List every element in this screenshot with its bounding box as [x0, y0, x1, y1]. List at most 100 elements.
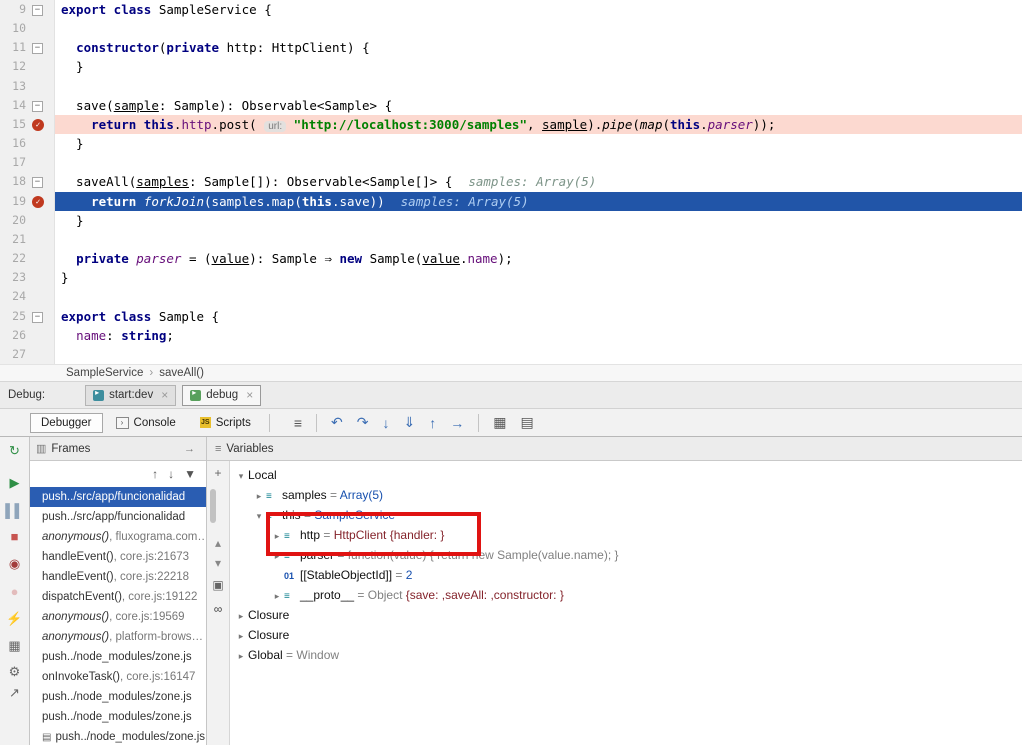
variable-row[interactable]: ▸ Closure — [230, 605, 1022, 625]
code-line[interactable]: 11− constructor(private http: HttpClient… — [0, 38, 1022, 58]
code-line-text[interactable]: return forkJoin(samples.map(this.save)) s… — [55, 191, 1022, 211]
layout-grid-icon[interactable]: ▦ — [0, 638, 29, 654]
code-line[interactable]: 13 — [0, 76, 1022, 96]
code-line[interactable]: 12 } — [0, 57, 1022, 77]
frame-item[interactable]: anonymous(), core.js:19569 — [30, 607, 206, 627]
fold-icon[interactable]: − — [32, 177, 43, 189]
scroll-down-icon[interactable]: ▾ — [207, 555, 229, 571]
tab-debug[interactable]: debug × — [182, 384, 262, 406]
code-line[interactable]: 18− saveAll(samples: Sample[]): Observab… — [0, 172, 1022, 192]
view-breakpoints-table-icon[interactable]: ▦ — [493, 414, 506, 431]
code-line-text[interactable]: constructor(private http: HttpClient) { — [55, 38, 1022, 57]
mute-breakpoints-icon[interactable]: ● — [0, 584, 29, 600]
code-line-text[interactable] — [55, 230, 1022, 249]
variable-row[interactable]: 01 [[StableObjectId]] = 2 — [230, 565, 1022, 585]
variable-row[interactable]: ▾ ≡ this = SampleService — [230, 505, 1022, 525]
lightning-icon[interactable]: ⚡ — [0, 611, 29, 627]
frames-pin-icon[interactable]: → — [184, 443, 195, 455]
code-line-text[interactable] — [55, 345, 1022, 364]
frame-item[interactable]: push../node_modules/zone.js — [30, 687, 206, 707]
chevron-down-icon[interactable]: ▾ — [252, 506, 266, 526]
variable-row[interactable]: ▸ Global = Window — [230, 645, 1022, 665]
stop-icon[interactable]: ■ — [0, 529, 29, 545]
code-line[interactable]: 22 private parser = (value): Sample ⇒ ne… — [0, 249, 1022, 269]
fold-icon[interactable]: − — [32, 311, 43, 323]
chevron-right-icon[interactable]: ▸ — [234, 626, 248, 646]
close-icon[interactable]: × — [246, 388, 253, 402]
filter-frames-icon[interactable]: ▼ — [184, 467, 196, 481]
code-line[interactable]: 21 — [0, 229, 1022, 250]
code-line[interactable]: 9− export class SampleService { — [0, 0, 1022, 20]
code-line-text[interactable]: saveAll(samples: Sample[]): Observable<S… — [55, 172, 1022, 191]
add-watch-icon[interactable]: + — [207, 465, 229, 481]
run-to-cursor-icon[interactable]: → — [450, 415, 464, 431]
view-options-icon[interactable]: ≡ — [294, 415, 302, 431]
fold-icon[interactable]: − — [32, 100, 43, 112]
variables-menu-icon[interactable]: ≡ — [215, 443, 221, 455]
settings-gear-icon[interactable]: ⚙ — [0, 664, 29, 680]
chevron-right-icon[interactable]: ▸ — [270, 546, 284, 566]
frame-item[interactable]: push../node_modules/zone.js — [30, 647, 206, 667]
view-breakpoints-icon[interactable]: ◉ — [0, 556, 29, 572]
frame-item[interactable]: push../src/app/funcionalidad — [30, 507, 206, 527]
frame-item[interactable]: anonymous(), fluxograma.com… — [30, 527, 206, 547]
show-execution-point-icon[interactable]: ↶ — [331, 414, 343, 431]
code-line[interactable]: 17 — [0, 153, 1022, 173]
variable-row[interactable]: ▸ ≡ parser = function(value) { return new … — [230, 545, 1022, 565]
variable-row[interactable]: ▸ Closure — [230, 625, 1022, 645]
chevron-right-icon[interactable]: ▸ — [270, 526, 284, 546]
variable-row[interactable]: ▾ Local — [230, 465, 1022, 485]
pin-arrow-icon[interactable]: ↗ — [0, 685, 29, 701]
breakpoint-icon[interactable]: ✓ — [32, 196, 44, 209]
show-watches-icon[interactable]: ∞ — [207, 601, 229, 617]
code-line-text[interactable]: } — [55, 211, 1022, 230]
code-line-text[interactable] — [55, 77, 1022, 96]
tab-console[interactable]: › Console — [105, 413, 187, 433]
code-line-text[interactable] — [55, 153, 1022, 172]
code-editor[interactable]: 9− export class SampleService {10 11− cons… — [0, 0, 1022, 364]
code-line-text[interactable]: return this.http.post( url: "http://loca… — [55, 114, 1022, 135]
step-out-icon[interactable]: ↑ — [429, 415, 436, 431]
step-over-icon[interactable]: ↷ — [357, 414, 369, 431]
next-frame-icon[interactable]: ↓ — [168, 467, 174, 481]
code-line-text[interactable]: export class SampleService { — [55, 0, 1022, 19]
code-line-text[interactable]: save(sample: Sample): Observable<Sample>… — [55, 96, 1022, 115]
close-icon[interactable]: × — [161, 388, 168, 402]
variable-row[interactable]: ▸ ≡ __proto__ = Object {save: ,saveAll: ,c… — [230, 585, 1022, 605]
fold-icon[interactable]: − — [32, 43, 43, 55]
frame-item[interactable]: dispatchEvent(), core.js:19122 — [30, 587, 206, 607]
breakpoint-icon[interactable]: ✓ — [32, 119, 44, 132]
tab-start-dev[interactable]: start:dev × — [85, 384, 177, 406]
pause-icon[interactable]: ▌▌ — [0, 503, 29, 519]
frame-item[interactable]: push../node_modules/zone.js — [30, 707, 206, 727]
tab-debugger[interactable]: Debugger — [30, 412, 103, 433]
code-line-text[interactable] — [55, 19, 1022, 38]
breadcrumb-item-class[interactable]: SampleService — [66, 367, 143, 379]
code-line[interactable]: 25− export class Sample { — [0, 306, 1022, 326]
code-line[interactable]: 16 } — [0, 134, 1022, 154]
code-line[interactable]: 26 name: string; — [0, 325, 1022, 345]
tab-scripts[interactable]: JS Scripts — [189, 413, 262, 433]
code-line[interactable]: 20 } — [0, 210, 1022, 230]
code-line-text[interactable]: } — [55, 268, 1022, 287]
rerun-icon[interactable]: ↻ — [0, 443, 29, 459]
code-line[interactable]: 19 ✓ return forkJoin(samples.map(this.sav… — [0, 191, 1022, 211]
variable-row[interactable]: ▸ ≡ samples = Array(5) — [230, 485, 1022, 505]
frame-item[interactable]: push../src/app/funcionalidad — [30, 487, 206, 507]
frame-item[interactable]: handleEvent(), core.js:22218 — [30, 567, 206, 587]
frame-item[interactable]: onInvokeTask(), core.js:16147 — [30, 667, 206, 687]
chevron-right-icon[interactable]: ▸ — [252, 486, 266, 506]
code-line-text[interactable]: private parser = (value): Sample ⇒ new S… — [55, 249, 1022, 268]
code-line[interactable]: 24 — [0, 287, 1022, 307]
frame-item[interactable]: handleEvent(), core.js:21673 — [30, 547, 206, 567]
force-step-into-icon[interactable]: ⇓ — [404, 414, 416, 431]
prev-frame-icon[interactable]: ↑ — [152, 467, 158, 481]
frame-item[interactable]: ▤ push../node_modules/zone.js — [30, 727, 206, 745]
mute-breakpoints-panel-icon[interactable]: ▤ — [520, 414, 533, 431]
chevron-down-icon[interactable]: ▾ — [234, 466, 248, 486]
code-line-text[interactable]: export class Sample { — [55, 307, 1022, 326]
code-line-text[interactable]: name: string; — [55, 326, 1022, 345]
frame-item[interactable]: anonymous(), platform-brows… — [30, 627, 206, 647]
chevron-right-icon[interactable]: ▸ — [234, 606, 248, 626]
breadcrumb-item-method[interactable]: saveAll() — [159, 367, 204, 379]
